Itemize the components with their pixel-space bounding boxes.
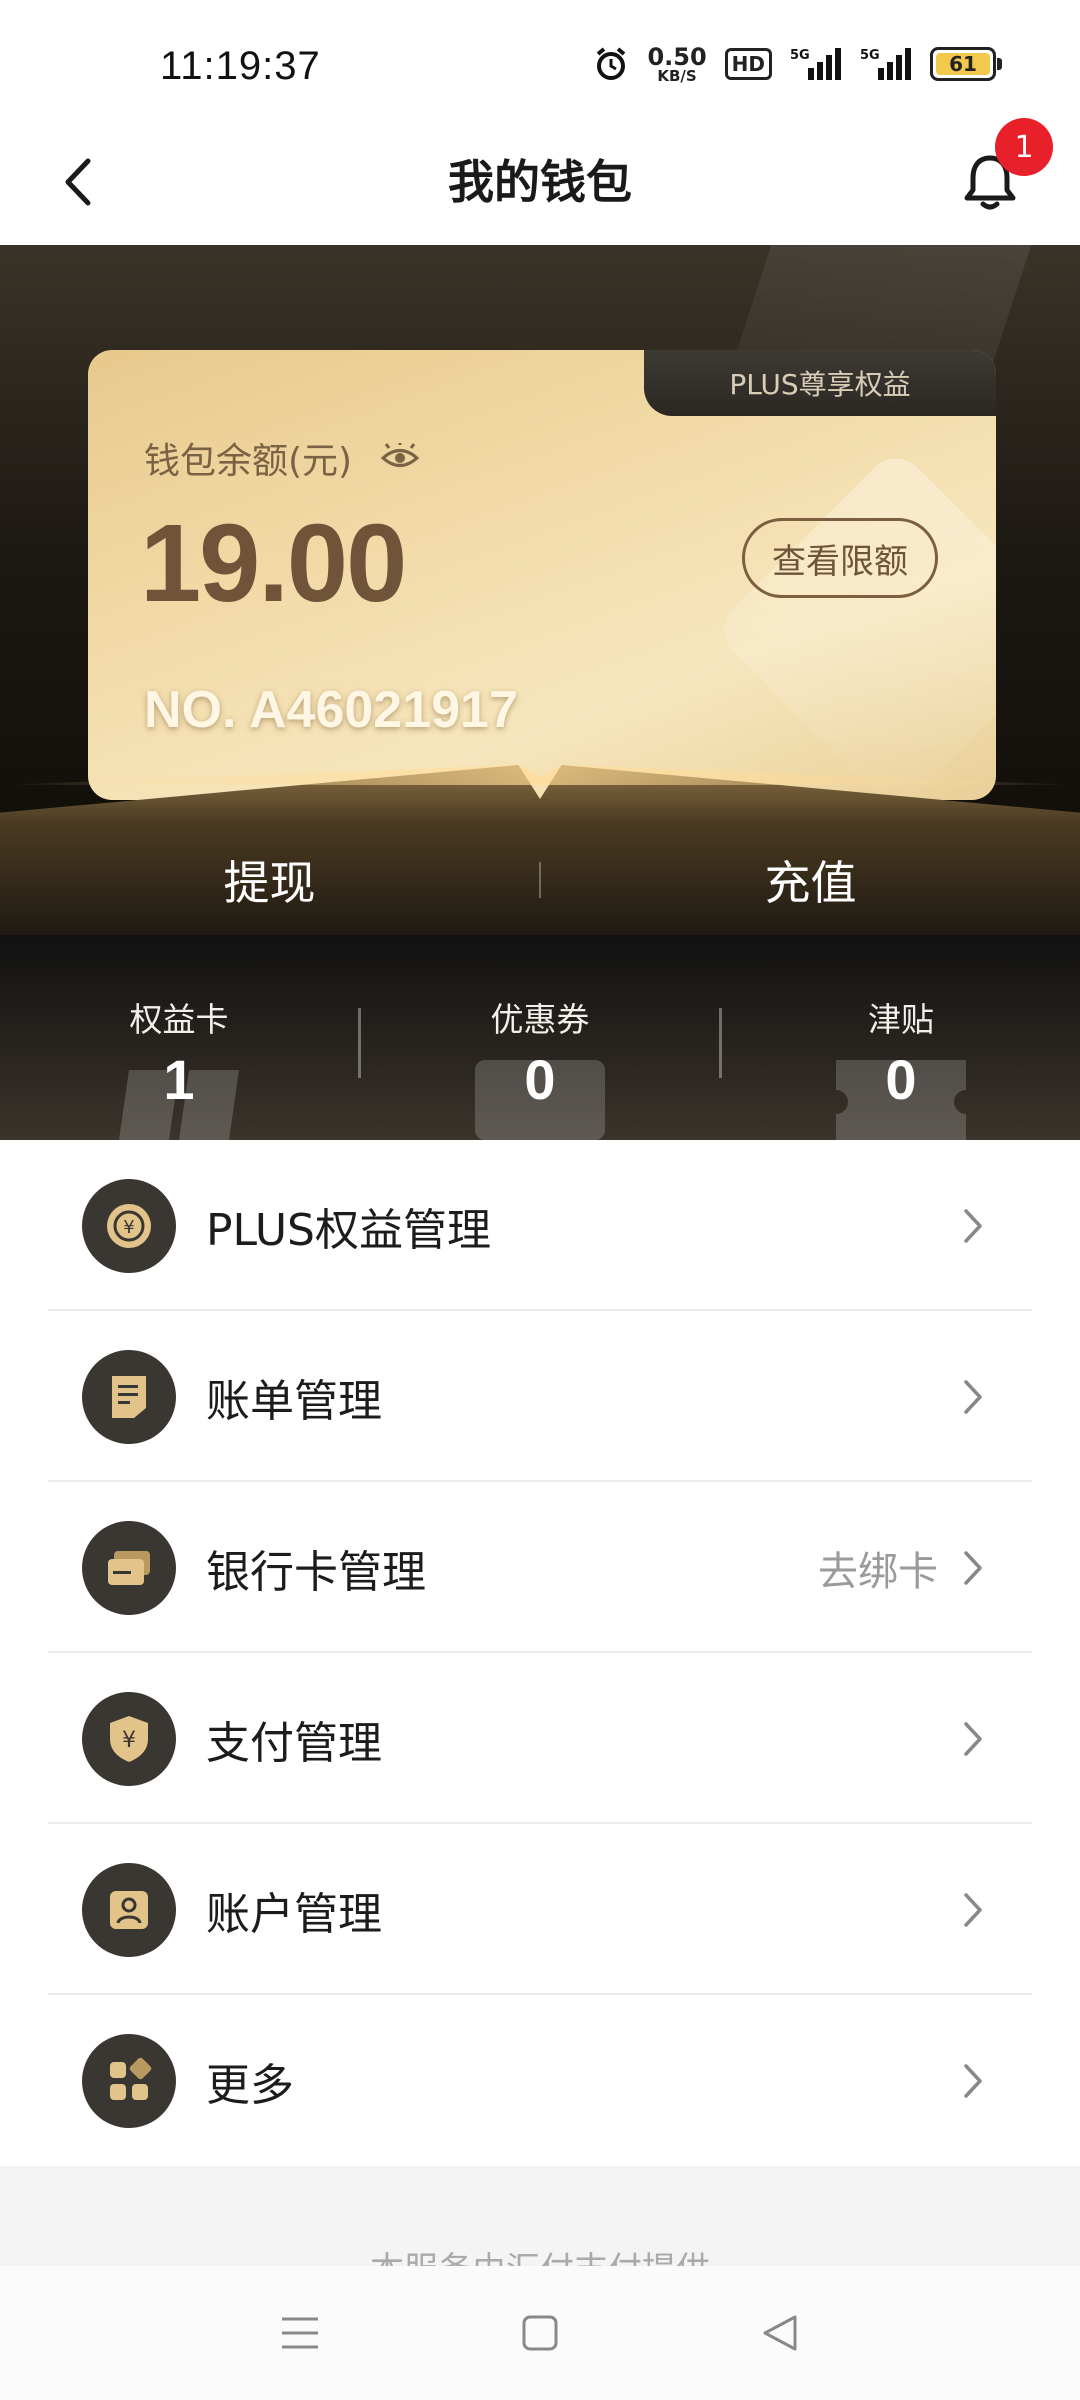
bank-card-icon <box>82 1520 176 1615</box>
menu-item-bills[interactable]: 账单管理 <box>0 1311 1080 1482</box>
menu-label: 更多 <box>206 2059 294 2111</box>
payment-shield-icon: ¥ <box>82 1691 176 1786</box>
home-nav-button[interactable] <box>500 2293 580 2373</box>
stat-label: 津贴 <box>868 1000 934 1039</box>
balance-amount: 19.00 <box>140 502 407 625</box>
action-row: 提现 充值 <box>0 825 1080 935</box>
wallet-menu: ¥ PLUS权益管理 账单管理 银行卡管理 去绑卡 ¥ 支付管理 账户管理 更多 <box>0 1140 1080 2166</box>
net-speed: 0.50 KB/S <box>647 45 706 84</box>
menu-label: PLUS权益管理 <box>206 1204 491 1256</box>
stat-coupon[interactable]: 优惠券 0 <box>361 935 719 1140</box>
eye-icon[interactable] <box>380 443 420 473</box>
allowance-bg-icon <box>836 1060 966 1140</box>
wallet-card: PLUS尊享权益 钱包余额(元) 19.00 查看限额 NO. A4602191… <box>88 350 996 800</box>
chevron-right-icon <box>958 1890 988 1930</box>
withdraw-button[interactable]: 提现 <box>0 825 539 935</box>
net-speed-unit: KB/S <box>657 66 697 85</box>
bind-card-link[interactable]: 去绑卡 <box>818 1539 938 1597</box>
account-icon <box>82 1862 176 1957</box>
menu-item-account[interactable]: 账户管理 <box>0 1824 1080 1995</box>
alarm-icon <box>597 47 626 80</box>
status-icons: 0.50 KB/S HD 5G 5G 61 <box>593 42 1002 86</box>
notification-badge: 1 <box>995 118 1053 176</box>
hd-icon: HD <box>724 48 772 80</box>
balance-label: 钱包余额(元) <box>144 441 353 482</box>
service-provider-note: 本服务由汇付支付提供 <box>0 2242 1080 2266</box>
square-icon <box>522 2315 558 2351</box>
hamburger-icon <box>282 2317 318 2349</box>
header: 我的钱包 <box>0 120 1080 245</box>
back-nav-button[interactable] <box>740 2293 820 2373</box>
chevron-right-icon <box>958 1719 988 1759</box>
balance-label-row: 钱包余额(元) <box>144 432 420 484</box>
chevron-right-icon <box>958 1206 988 1246</box>
signal-5g-icon: 5G <box>860 48 911 80</box>
menu-label: 支付管理 <box>206 1717 382 1769</box>
status-time: 11:19:37 <box>160 44 321 88</box>
card-decoration <box>712 446 996 800</box>
chevron-right-icon <box>958 1377 988 1417</box>
stat-benefit-card[interactable]: 权益卡 1 <box>0 935 358 1140</box>
stat-allowance[interactable]: 津贴 0 <box>722 935 1080 1140</box>
more-grid-icon <box>82 2033 176 2128</box>
stat-label: 优惠券 <box>490 1000 590 1039</box>
bill-icon <box>82 1349 176 1444</box>
menu-item-payment[interactable]: ¥ 支付管理 <box>0 1653 1080 1824</box>
page-title: 我的钱包 <box>448 155 632 209</box>
menu-item-more[interactable]: 更多 <box>0 1995 1080 2166</box>
menu-item-bank-cards[interactable]: 银行卡管理 去绑卡 <box>0 1482 1080 1653</box>
menu-label: 账单管理 <box>206 1375 382 1427</box>
signal-5g-icon: 5G <box>790 48 841 80</box>
svg-text:¥: ¥ <box>122 1728 136 1753</box>
status-bar: 11:19:37 0.50 KB/S HD 5G 5G 61 <box>0 0 1080 120</box>
menu-label: 银行卡管理 <box>206 1546 426 1598</box>
benefit-card-bg-icon <box>119 1070 239 1140</box>
card-number: NO. A46021917 <box>144 681 518 739</box>
net-speed-value: 0.50 <box>647 42 707 71</box>
triangle-back-icon <box>763 2315 797 2351</box>
battery-level: 61 <box>936 52 990 76</box>
menu-item-plus-benefits[interactable]: ¥ PLUS权益管理 <box>0 1140 1080 1311</box>
chevron-right-icon <box>958 1548 988 1588</box>
svg-text:5G: 5G <box>790 48 810 63</box>
coupon-bg-icon <box>475 1060 605 1140</box>
system-nav-bar <box>0 2266 1080 2400</box>
menu-nav-button[interactable] <box>260 2293 340 2373</box>
svg-text:¥: ¥ <box>123 1217 134 1238</box>
recharge-button[interactable]: 充值 <box>541 825 1080 935</box>
battery-icon: 61 <box>930 47 1002 81</box>
stat-label: 权益卡 <box>129 1000 229 1039</box>
footer-area: 本服务由汇付支付提供 <box>0 2166 1080 2266</box>
chevron-right-icon <box>958 2061 988 2101</box>
plus-coin-icon: ¥ <box>82 1178 176 1273</box>
stats-row: 权益卡 1 优惠券 0 津贴 0 <box>0 935 1080 1140</box>
plus-benefit-tab[interactable]: PLUS尊享权益 <box>644 350 996 416</box>
wallet-hero: PLUS尊享权益 钱包余额(元) 19.00 查看限额 NO. A4602191… <box>0 245 1080 935</box>
svg-text:5G: 5G <box>860 48 880 63</box>
menu-label: 账户管理 <box>206 1888 382 1940</box>
view-limit-button[interactable]: 查看限额 <box>742 518 938 598</box>
